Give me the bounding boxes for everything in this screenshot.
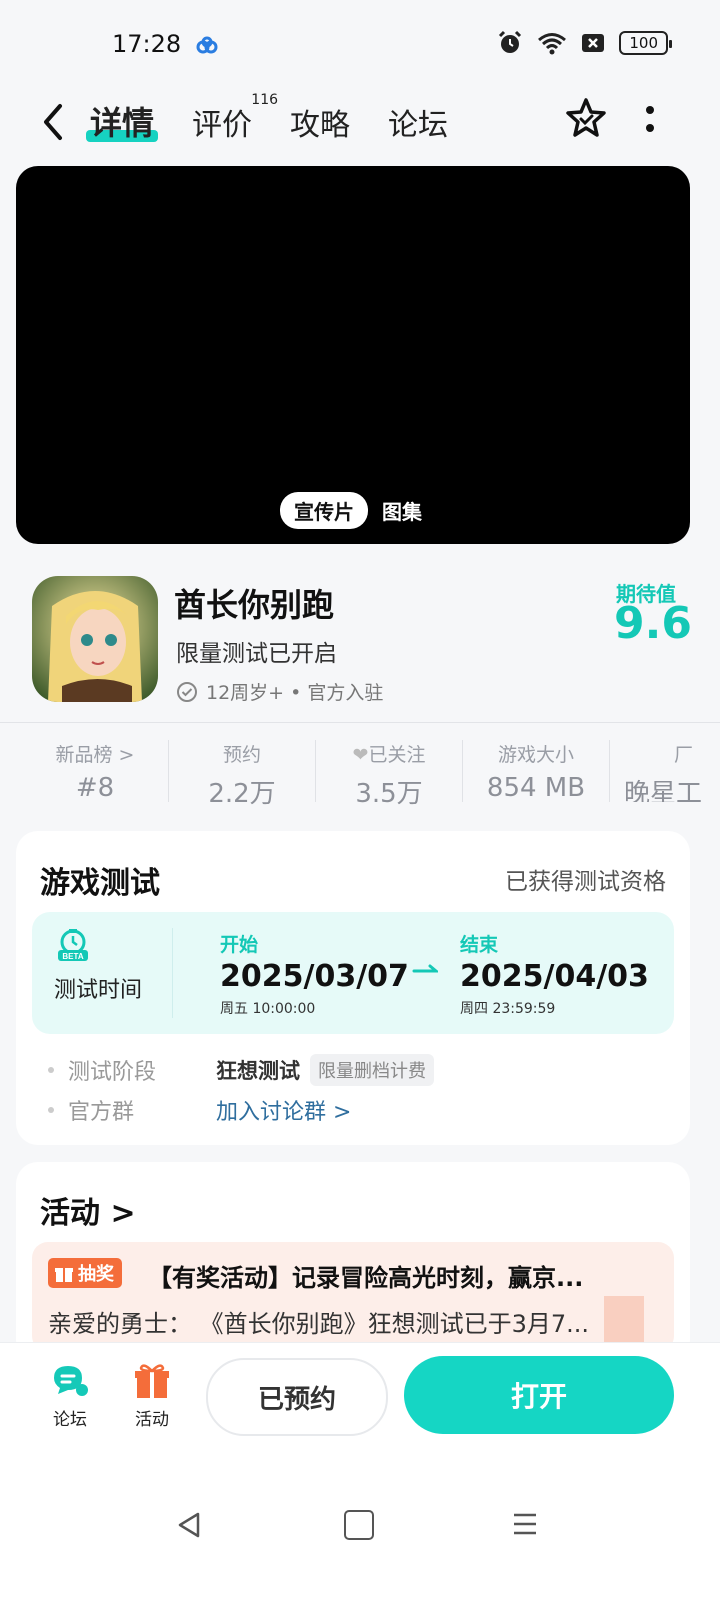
gift-icon: [135, 1364, 169, 1398]
nav-back-icon[interactable]: [174, 1510, 204, 1540]
stat-reservations: 预约 2.2万: [169, 740, 316, 809]
forum-chat-icon: [54, 1366, 88, 1396]
app-meta: 12周岁+ • 官方入驻: [176, 678, 383, 705]
activity-headline: 【有奖活动】记录冒险高光时刻，赢京...: [148, 1264, 584, 1292]
start-detail: 周五 10:00:00: [220, 1001, 316, 1017]
app-icon: [32, 576, 158, 702]
svg-text:BETA: BETA: [62, 952, 83, 961]
bottom-forum-button[interactable]: 论坛: [40, 1362, 100, 1430]
tab-details[interactable]: 详情: [85, 98, 159, 144]
join-group-link[interactable]: 加入讨论群 >: [216, 1094, 351, 1126]
lottery-watermark-icon: [604, 1296, 644, 1346]
nav-menu-icon[interactable]: [512, 1512, 538, 1536]
lottery-tag: 抽奖: [48, 1258, 122, 1288]
media-tabs: 宣传片 图集: [280, 492, 422, 529]
bottom-activity-button[interactable]: 活动: [122, 1362, 182, 1430]
test-time-label: 测试时间: [54, 978, 143, 1003]
media-tab-gallery[interactable]: 图集: [382, 496, 422, 525]
app-name: 酋长你别跑: [174, 586, 335, 624]
promo-video-player[interactable]: [16, 166, 690, 544]
beta-icon: BETA: [58, 929, 88, 961]
gift-icon: [55, 1268, 73, 1282]
status-icons: 100: [497, 30, 672, 56]
divider: [0, 722, 720, 723]
tab-forum[interactable]: 论坛: [388, 100, 448, 144]
header-tabs: 详情 评价 116 攻略 论坛: [85, 92, 486, 144]
activity-title[interactable]: 活动 >: [40, 1188, 136, 1232]
bullet-dot: [48, 1067, 54, 1073]
activity-body: 亲爱的勇士： 《酋长你别跑》狂想测试已于3月7...: [48, 1310, 590, 1338]
start-date: 2025/03/07: [220, 959, 409, 994]
back-arrow-icon[interactable]: [38, 100, 72, 144]
stage-row: 测试阶段: [48, 1054, 156, 1086]
cloud-sync-icon: [196, 36, 218, 54]
end-date: 2025/04/03: [460, 959, 649, 994]
tab-reviews[interactable]: 评价 116: [192, 92, 278, 144]
age-rating-text: 12周岁+ • 官方入驻: [206, 682, 384, 704]
stat-game-size: 游戏大小 854 MB: [463, 740, 610, 803]
divider: [172, 928, 173, 1018]
review-count-badge: 116: [251, 92, 279, 108]
test-end: 结束 2025/04/03 周四 23:59:59: [460, 934, 649, 1017]
open-button[interactable]: 打开: [404, 1356, 674, 1434]
test-title: 游戏测试: [40, 866, 160, 901]
status-time: 17:28: [112, 30, 182, 58]
group-row: 官方群: [48, 1094, 134, 1126]
stage-tag: 限量删档计费: [310, 1054, 434, 1086]
verified-check-icon: [177, 681, 197, 702]
stat-new-rank[interactable]: 新品榜 > #8: [22, 740, 169, 803]
stage-value: 狂想测试 限量删档计费: [216, 1054, 434, 1086]
end-detail: 周四 23:59:59: [460, 1001, 556, 1017]
reserved-button[interactable]: 已预约: [206, 1358, 388, 1436]
arrow-right-icon: [412, 964, 438, 973]
heart-icon: ❤: [352, 744, 369, 766]
more-options-icon[interactable]: [640, 100, 660, 140]
battery-indicator: 100: [619, 31, 672, 55]
stats-row: 新品榜 > #8 预约 2.2万 ❤已关注 3.5万 游戏大小 854 MB 厂…: [22, 740, 720, 809]
stat-followers: ❤已关注 3.5万: [316, 740, 463, 809]
stat-developer: 厂 晚星工: [624, 744, 703, 802]
wifi-icon: [538, 33, 567, 55]
no-sim-icon: [582, 34, 605, 52]
favorite-star-icon[interactable]: [564, 96, 608, 140]
bullet-dot: [48, 1107, 54, 1113]
test-qualification-status: 已获得测试资格: [505, 869, 666, 895]
app-subtitle: 限量测试已开启: [176, 641, 337, 667]
alarm-icon: [499, 30, 522, 53]
test-start: 开始 2025/03/07 周五 10:00:00: [220, 934, 409, 1017]
tab-guides[interactable]: 攻略: [290, 100, 350, 144]
nav-home-icon[interactable]: [344, 1510, 374, 1540]
media-tab-trailer[interactable]: 宣传片: [280, 492, 368, 529]
expectation-score: 9.6: [614, 598, 692, 649]
